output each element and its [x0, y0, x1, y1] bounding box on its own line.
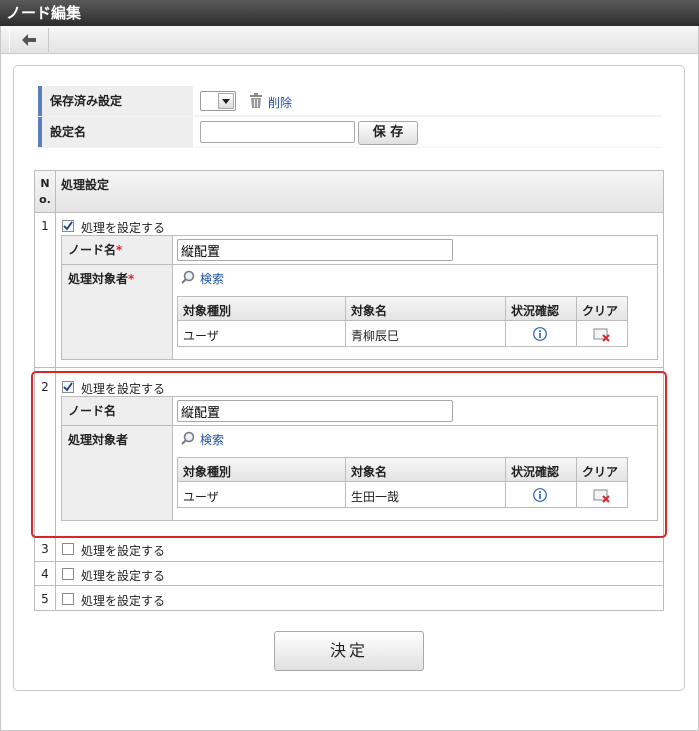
enable-label: 処理を設定する — [81, 594, 166, 608]
enable-label: 処理を設定する — [81, 221, 166, 235]
check-icon — [63, 221, 73, 231]
info-icon[interactable] — [533, 327, 547, 341]
back-button[interactable] — [9, 28, 49, 52]
required-mark: * — [116, 243, 123, 257]
process-table-header — [35, 171, 663, 213]
toolbar — [0, 26, 699, 54]
row-no: 3 — [41, 542, 49, 556]
enable-checkbox[interactable] — [62, 543, 74, 555]
saved-settings-select[interactable] — [200, 91, 236, 111]
decide-button[interactable]: 決定 — [274, 631, 424, 671]
setting-name-input[interactable] — [200, 121, 355, 143]
required-mark: * — [128, 272, 135, 286]
target-name: 青柳辰巳 — [351, 329, 400, 343]
target-label: 処理対象者* — [68, 272, 135, 286]
col-no-header: No. — [39, 177, 51, 206]
node-name-label: ノード名* — [68, 243, 123, 257]
col-setting-header: 処理設定 — [61, 178, 110, 192]
trash-icon[interactable] — [249, 93, 263, 109]
clear-icon[interactable] — [593, 327, 611, 343]
enable-checkbox[interactable] — [62, 593, 74, 605]
row-no: 4 — [41, 567, 49, 581]
window-title: ノード編集 — [0, 0, 699, 26]
row-no: 1 — [41, 219, 49, 233]
node-name-input[interactable] — [177, 239, 453, 261]
chevron-down-icon — [218, 93, 234, 109]
delete-link[interactable]: 削除 — [268, 94, 292, 111]
row-no: 5 — [41, 592, 49, 606]
target-type: ユーザ — [183, 329, 219, 343]
enable-label: 処理を設定する — [81, 569, 166, 583]
enable-checkbox[interactable] — [62, 220, 74, 232]
setting-name-label: 設定名 — [38, 117, 193, 147]
enable-label: 処理を設定する — [81, 544, 166, 558]
col-target-type: 対象種別 — [183, 304, 232, 318]
search-link[interactable]: 検索 — [200, 270, 224, 287]
highlight-frame — [31, 371, 667, 538]
arrow-left-icon — [22, 34, 36, 46]
saved-settings-label: 保存済み設定 — [38, 86, 193, 116]
col-target-name: 対象名 — [351, 304, 388, 318]
enable-checkbox[interactable] — [62, 568, 74, 580]
col-clear: クリア — [582, 304, 619, 318]
save-button[interactable]: 保 存 — [358, 121, 418, 145]
search-icon[interactable] — [181, 270, 195, 284]
col-status: 状況確認 — [511, 304, 560, 318]
